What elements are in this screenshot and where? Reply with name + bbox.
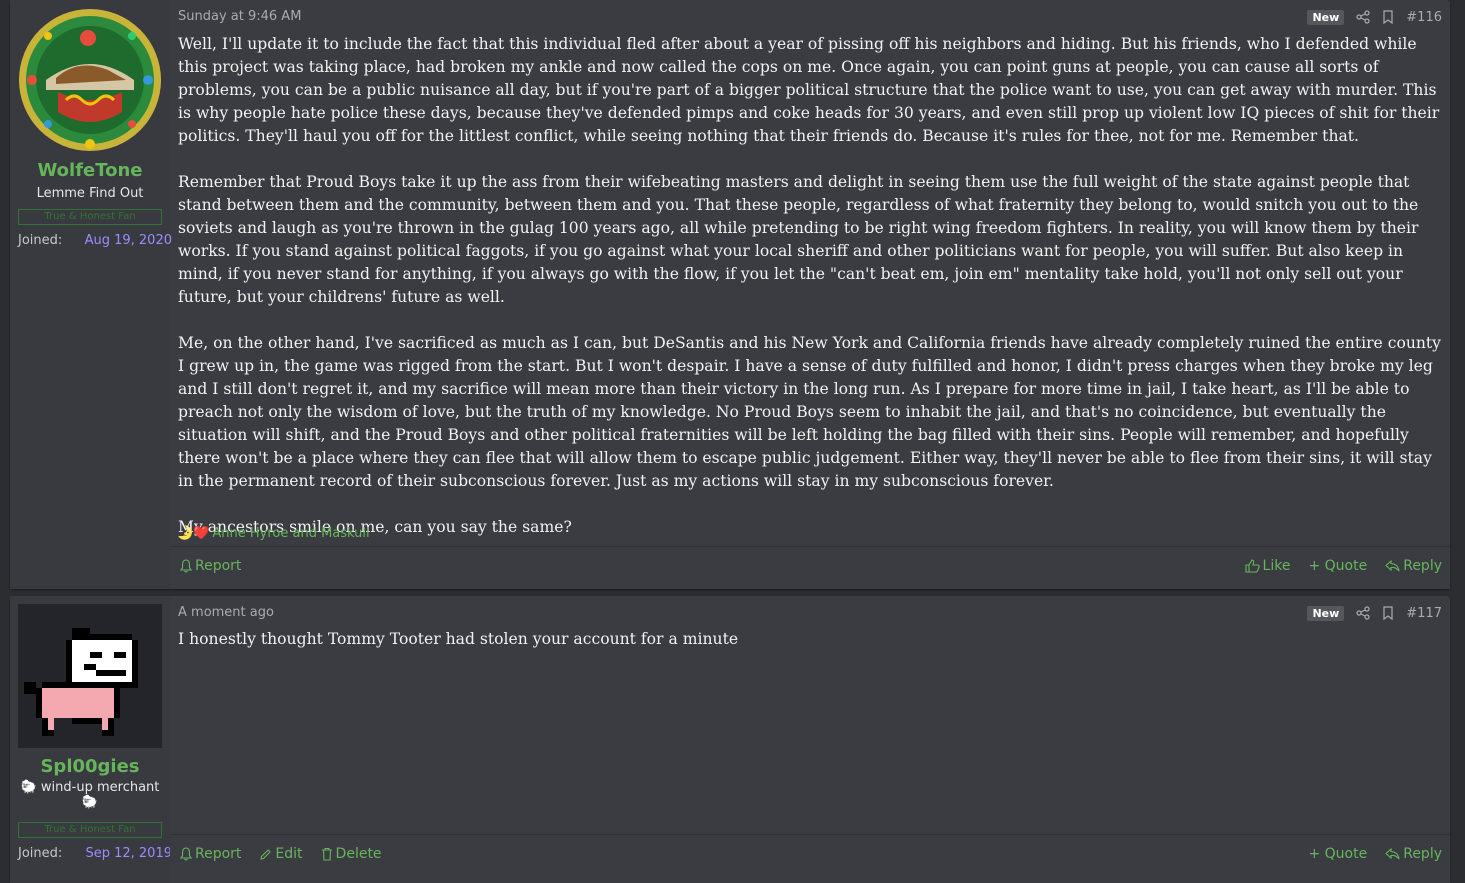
sheep-icon: 🐑 — [81, 795, 99, 810]
thumbs-up-icon — [1244, 559, 1260, 573]
quote-label: + Quote — [1308, 846, 1368, 862]
reply-label: Reply — [1403, 558, 1442, 574]
delete-button[interactable]: Delete — [321, 846, 382, 862]
reply-icon — [1385, 848, 1400, 860]
user-banner: True & Honest Fan — [18, 822, 162, 838]
share-icon[interactable] — [1356, 606, 1370, 620]
post-number[interactable]: #116 — [1406, 10, 1442, 25]
message-body: I honestly thought Tommy Tooter had stol… — [178, 628, 1442, 674]
user-title-text: wind-up merchant — [40, 780, 160, 795]
post-date[interactable]: A moment ago — [178, 605, 274, 620]
user-title: Lemme Find Out — [36, 186, 144, 201]
post-content: A moment ago New #117 I honestly thought… — [170, 596, 1450, 883]
quote-button[interactable]: + Quote — [1308, 846, 1367, 862]
post-117: Spl00gies 🐑 wind-up merchant 🐑 True & Ho… — [10, 596, 1450, 883]
user-banner: True & Honest Fan — [18, 209, 162, 225]
reaction-emoji: 🌛❤️ — [177, 525, 210, 541]
message-paragraph: Remember that Proud Boys take it up the … — [178, 173, 1419, 306]
bookmark-icon[interactable] — [1382, 10, 1394, 24]
post-content: Sunday at 9:46 AM New #116 Well, I'll up… — [170, 0, 1450, 589]
post-meta: New #116 — [1307, 8, 1442, 26]
message-paragraph: Me, on the other hand, I've sacrificed a… — [178, 334, 1441, 490]
reactions-bar[interactable]: 🌛❤️ Anne Hyroe and Maskull — [177, 524, 370, 542]
user-sidebar: Spl00gies 🐑 wind-up merchant 🐑 True & Ho… — [10, 596, 172, 883]
bookmark-icon[interactable] — [1382, 606, 1394, 620]
edit-button[interactable]: Edit — [259, 846, 303, 862]
new-badge: New — [1307, 9, 1345, 25]
post-footer: Report Edit Delete + Quote Reply — [170, 834, 1450, 883]
share-icon[interactable] — [1356, 10, 1370, 24]
post-date[interactable]: Sunday at 9:46 AM — [178, 9, 301, 24]
delete-label: Delete — [335, 846, 382, 862]
new-badge: New — [1307, 605, 1345, 621]
bell-icon — [180, 559, 192, 573]
post-meta: New #117 — [1307, 604, 1442, 622]
like-label: Like — [1262, 558, 1291, 574]
trash-icon — [321, 847, 332, 861]
sheep-icon: 🐑 — [20, 780, 37, 795]
quote-button[interactable]: + Quote — [1308, 558, 1367, 574]
user-title: 🐑 wind-up merchant 🐑 — [10, 780, 170, 810]
pencil-icon — [260, 848, 272, 860]
user-sidebar: WolfeTone Lemme Find Out True & Honest F… — [10, 0, 172, 589]
username[interactable]: Spl00gies — [10, 756, 170, 777]
report-label: Report — [195, 558, 242, 574]
reply-button[interactable]: Reply — [1385, 558, 1442, 574]
reply-button[interactable]: Reply — [1385, 846, 1442, 862]
report-button[interactable]: Report — [180, 558, 241, 574]
avatar[interactable] — [18, 8, 162, 152]
joined-label: Joined: — [18, 846, 63, 861]
avatar-image — [19, 9, 161, 151]
avatar[interactable] — [18, 604, 162, 748]
edit-label: Edit — [275, 846, 303, 862]
like-button[interactable]: Like — [1244, 558, 1291, 574]
report-button[interactable]: Report — [180, 846, 241, 862]
message-body: Well, I'll update it to include the fact… — [178, 33, 1442, 562]
joined-date: Aug 19, 2020 — [84, 233, 172, 248]
message-paragraph: I honestly thought Tommy Tooter had stol… — [178, 630, 739, 648]
reply-icon — [1385, 560, 1400, 572]
reply-label: Reply — [1403, 846, 1442, 862]
joined-date: Sep 12, 2019 — [85, 846, 172, 861]
post-116: WolfeTone Lemme Find Out True & Honest F… — [10, 0, 1450, 589]
username[interactable]: WolfeTone — [10, 160, 170, 181]
message-paragraph: Well, I'll update it to include the fact… — [178, 35, 1440, 145]
quote-label: + Quote — [1308, 558, 1368, 574]
joined-label: Joined: — [18, 233, 63, 248]
bell-icon — [180, 847, 192, 861]
report-label: Report — [195, 846, 242, 862]
post-footer: Report Like + Quote Reply — [170, 546, 1450, 589]
avatar-image — [18, 604, 162, 748]
post-number[interactable]: #117 — [1406, 606, 1442, 621]
reaction-names[interactable]: Anne Hyroe and Maskull — [212, 526, 369, 541]
